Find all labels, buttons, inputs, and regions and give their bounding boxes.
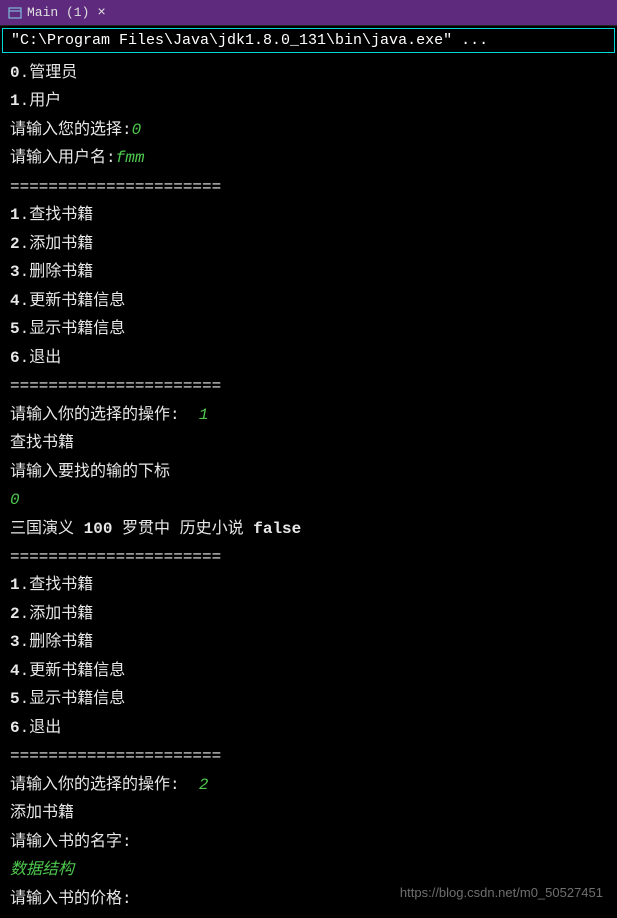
console-line: 请输入你的选择的操作: 2 [10,771,607,799]
console-line: 1.查找书籍 [10,201,607,229]
console-line: 5.显示书籍信息 [10,685,607,713]
console-line: 添加书籍 [10,799,607,827]
console-line: 3.删除书籍 [10,628,607,656]
console-line: 2.添加书籍 [10,600,607,628]
console-line: 4.更新书籍信息 [10,657,607,685]
console-line: 1.用户 [10,87,607,115]
command-line: "C:\Program Files\Java\jdk1.8.0_131\bin\… [2,28,615,53]
console-line: 请输入要找的输的下标 [10,458,607,486]
console-line: ====================== [10,173,607,201]
console-line: 6.退出 [10,714,607,742]
console-line: 请输入用户名:fmm [10,144,607,172]
close-icon[interactable]: × [97,5,105,21]
console-line: 查找书籍 [10,429,607,457]
console-line: 5.显示书籍信息 [10,315,607,343]
console-line: 4.更新书籍信息 [10,287,607,315]
window-icon [8,6,22,20]
console-line: 6.退出 [10,344,607,372]
console-line: 请输入你的选择的操作: 1 [10,401,607,429]
console-line: 0.管理员 [10,59,607,87]
console-line: ====================== [10,742,607,770]
tab-bar-background [114,0,617,25]
console-line: 请输入书的名字: [10,828,607,856]
console-line: 1.查找书籍 [10,571,607,599]
console-line: ====================== [10,372,607,400]
console-line: 2.添加书籍 [10,230,607,258]
console-line: 0 [10,486,607,514]
console-line: 三国演义 100 罗贯中 历史小说 false [10,515,607,543]
console-line: 请输入您的选择:0 [10,116,607,144]
tab-bar: Main (1) × [0,0,617,26]
console-output: 0.管理员1.用户请输入您的选择:0请输入用户名:fmm============… [0,55,617,917]
watermark: https://blog.csdn.net/m0_50527451 [400,885,603,900]
console-line: 3.删除书籍 [10,258,607,286]
console-line: 数据结构 [10,856,607,884]
tab-title: Main (1) [27,5,89,20]
tab-main[interactable]: Main (1) × [0,0,114,25]
console-line: ====================== [10,543,607,571]
